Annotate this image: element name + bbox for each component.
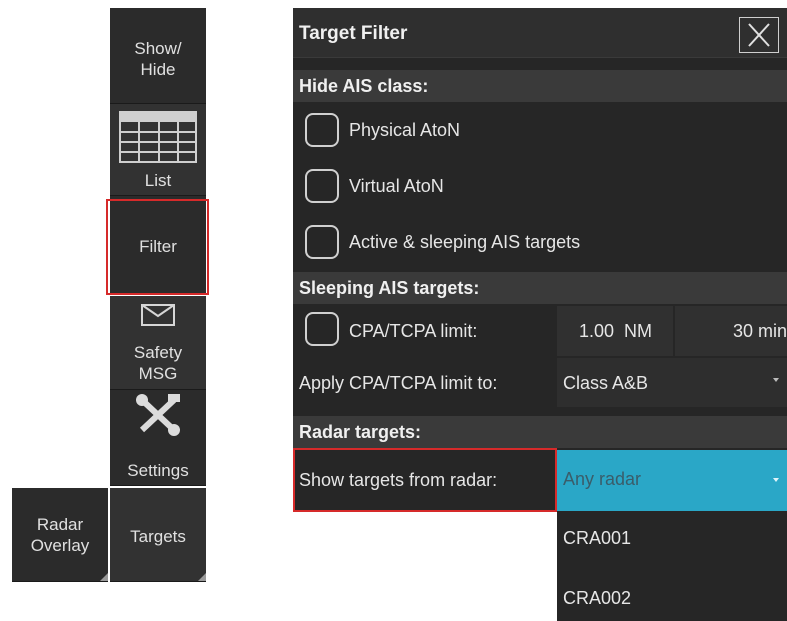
physical-aton-checkbox[interactable] [305,113,339,147]
radar-source-value: Any radar [563,469,642,489]
cpa-tcpa-checkbox[interactable] [305,312,339,346]
cpa-value: 1.00 NM [579,321,653,341]
targets-label: Targets [130,527,186,546]
dropdown-caret-icon [773,378,779,382]
option-active-sleeping[interactable]: Active & sleeping AIS targets [293,220,787,270]
apply-class-value: Class A&B [563,373,649,393]
envelope-icon [141,304,175,326]
active-sleeping-label: Active & sleeping AIS targets [349,232,581,252]
tcpa-value: 30 min [732,321,787,341]
hide-ais-section-header: Hide AIS class: [293,70,787,102]
list-button[interactable]: List [110,104,206,196]
targets-button[interactable]: Targets [110,488,206,582]
filter-button[interactable]: Filter [110,196,206,294]
safety-msg-label: Safety MSG [133,343,183,383]
apply-class-select[interactable]: Class A&B [557,358,787,407]
virtual-aton-checkbox[interactable] [305,169,339,203]
wrench-screwdriver-icon [136,394,180,436]
dropdown-option-cra002[interactable]: CRA002 [563,588,631,609]
panel-header: Target Filter [293,8,787,58]
apply-cpa-label: Apply CPA/TCPA limit to: [299,373,498,393]
radar-overlay-label: Radar Overlay [30,515,90,555]
radar-targets-section-header: Radar targets: [293,416,787,448]
corner-indicator [100,573,108,581]
list-grid-icon [119,111,197,163]
option-virtual-aton[interactable]: Virtual AtoN [293,164,787,214]
filter-label: Filter [139,237,177,256]
corner-indicator [198,573,206,581]
cpa-value-field[interactable]: 1.00 NM [557,306,673,356]
radar-overlay-button[interactable]: Radar Overlay [12,488,108,582]
tcpa-value-field[interactable]: 30 min [675,306,787,356]
safety-msg-button[interactable]: Safety MSG [110,296,206,390]
radar-source-dropdown-menu: CRA001 CRA002 [557,511,787,621]
dropdown-caret-icon [773,478,779,482]
virtual-aton-label: Virtual AtoN [349,176,444,196]
settings-button[interactable]: Settings [110,390,206,486]
target-filter-panel: Target Filter Hide AIS class: Physical A… [293,8,787,511]
option-physical-aton[interactable]: Physical AtoN [293,108,787,158]
show-hide-button[interactable]: Show/ Hide [110,8,206,104]
panel-title: Target Filter [299,23,408,44]
sleeping-ais-section-header: Sleeping AIS targets: [293,272,787,304]
show-from-radar-label: Show targets from radar: [299,470,498,490]
close-icon [748,23,770,47]
settings-label: Settings [127,461,189,480]
radar-source-select[interactable]: Any radar [557,450,787,511]
active-sleeping-checkbox[interactable] [305,225,339,259]
close-button[interactable] [739,17,779,53]
cpa-tcpa-row: CPA/TCPA limit: 1.00 NM 30 min [293,306,787,356]
list-label: List [144,171,172,190]
dropdown-option-cra001[interactable]: CRA001 [563,528,631,549]
physical-aton-label: Physical AtoN [349,120,461,140]
cpa-tcpa-label: CPA/TCPA limit: [349,321,478,341]
show-hide-label: Show/ Hide [134,39,182,79]
